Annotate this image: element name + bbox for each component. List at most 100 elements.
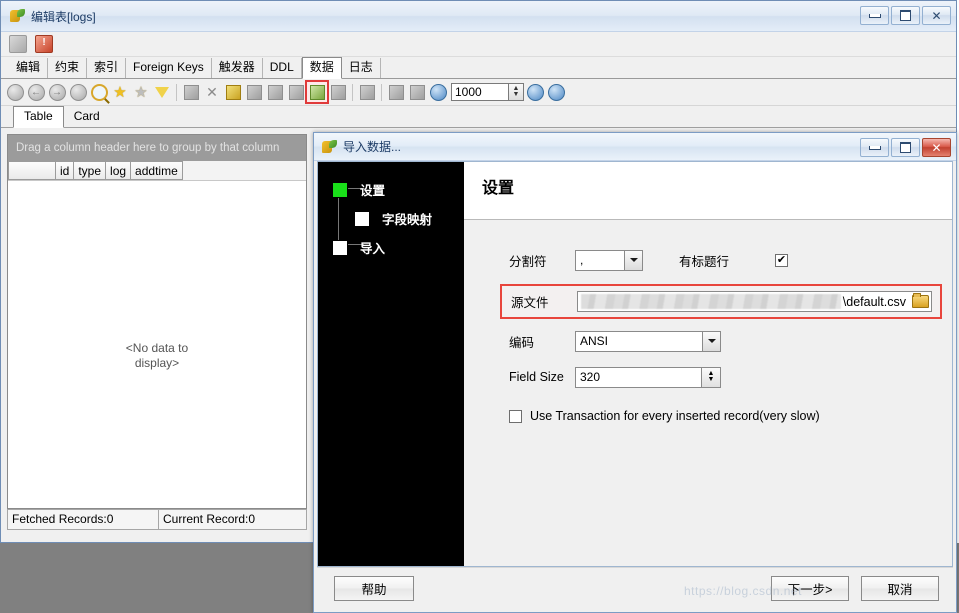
- settings-form: 分割符 , 有标题行 ✔ 源文件 \default.csv 编码 ANSI Fi…: [464, 220, 952, 566]
- favorite-icon: ★: [134, 83, 148, 101]
- tab-indexes[interactable]: 索引: [87, 58, 127, 78]
- close-button[interactable]: ✕: [922, 6, 951, 25]
- encoding-select[interactable]: ANSI: [575, 330, 721, 352]
- add-favorite-icon: ★: [113, 83, 127, 101]
- previous-record-button[interactable]: ←: [26, 82, 46, 102]
- tab-triggers[interactable]: 触发器: [212, 58, 263, 78]
- print-button[interactable]: [386, 82, 406, 102]
- last-record-icon: [69, 83, 87, 101]
- row-limit-input[interactable]: [451, 83, 509, 101]
- subtab-card[interactable]: Card: [64, 107, 110, 127]
- panel-header: 设置: [464, 162, 952, 220]
- tab-foreign-keys[interactable]: Foreign Keys: [126, 58, 212, 78]
- dialog-minimize-button[interactable]: [860, 138, 889, 157]
- use-transaction-checkbox[interactable]: [509, 409, 522, 423]
- print-setup-button[interactable]: [407, 82, 427, 102]
- maximize-button[interactable]: [891, 6, 920, 25]
- wizard-step-settings[interactable]: 设置: [332, 180, 464, 199]
- duplicate-record-button[interactable]: [244, 82, 264, 102]
- grid-column-type[interactable]: type: [74, 161, 107, 180]
- copy-button[interactable]: [181, 82, 201, 102]
- header-row-checkbox[interactable]: ✔: [775, 253, 789, 267]
- field-size-label: Field Size: [509, 370, 564, 384]
- encoding-value: ANSI: [580, 334, 609, 348]
- dialog-maximize-button[interactable]: [891, 138, 920, 157]
- last-record-button[interactable]: [68, 82, 88, 102]
- toolbar-separator-3: [381, 83, 382, 101]
- redacted-path: [581, 294, 841, 309]
- next-record-button[interactable]: →: [47, 82, 67, 102]
- tab-constraints[interactable]: 约束: [48, 58, 88, 78]
- import-wizard-button[interactable]: [305, 80, 329, 104]
- toolbar-separator: [176, 83, 177, 101]
- chevron-down-icon[interactable]: [702, 331, 720, 351]
- add-favorite-button[interactable]: ★: [110, 82, 130, 102]
- grid-column-indicator[interactable]: [8, 161, 56, 180]
- refresh-record-button[interactable]: [265, 82, 285, 102]
- source-file-value: \default.csv: [842, 294, 906, 309]
- refresh-button[interactable]: [428, 82, 448, 102]
- delete-icon: ✕: [206, 84, 218, 100]
- main-window-title: 编辑表[logs]: [31, 9, 96, 24]
- next-button[interactable]: 下一步>: [771, 576, 849, 601]
- field-size-stepper[interactable]: 320 ▲ ▼: [575, 366, 721, 388]
- source-file-highlight-box: 源文件 \default.csv: [500, 284, 942, 319]
- dialog-close-button[interactable]: ✕: [922, 138, 951, 157]
- find-icon: [90, 83, 108, 101]
- stop-button[interactable]: [328, 82, 348, 102]
- favorite-button[interactable]: ★: [131, 82, 151, 102]
- dialog-title: 导入数据...: [343, 140, 402, 154]
- field-size-value: 320: [580, 370, 601, 384]
- header-row-label: 有标题行: [679, 254, 730, 269]
- minimize-button[interactable]: [860, 6, 889, 25]
- delimiter-select[interactable]: ,: [575, 249, 643, 271]
- wizard-step-import[interactable]: 导入: [332, 238, 464, 257]
- row-limit-stepper[interactable]: ▲ ▼: [509, 83, 524, 101]
- grid-column-addtime[interactable]: addtime: [131, 161, 183, 180]
- add-record-icon: [225, 84, 241, 100]
- panel-title: 设置: [482, 180, 515, 197]
- stepper-arrows-icon[interactable]: ▲ ▼: [701, 367, 720, 387]
- tab-edit[interactable]: 编辑: [9, 58, 49, 78]
- apply-button[interactable]: [525, 82, 545, 102]
- delete-button[interactable]: ✕: [202, 82, 222, 102]
- sync-button[interactable]: [546, 82, 566, 102]
- filter-button[interactable]: [152, 82, 172, 102]
- import-data-dialog: 导入数据... ✕ 设置 字段映射 导入 设置 分割符 , 有标题行 ✔ 源文件…: [313, 132, 957, 613]
- tab-ddl[interactable]: DDL: [263, 58, 302, 78]
- grid-column-log[interactable]: log: [106, 161, 132, 180]
- save-record-button[interactable]: [286, 82, 306, 102]
- tab-log[interactable]: 日志: [342, 58, 381, 78]
- dialog-content-panel: 设置 分割符 , 有标题行 ✔ 源文件 \default.csv 编码 ANSI…: [464, 162, 952, 566]
- save-icon[interactable]: [9, 35, 27, 53]
- close-icon: ✕: [931, 140, 942, 155]
- dialog-window-buttons: ✕: [860, 138, 951, 157]
- import-wizard-icon: [309, 84, 325, 100]
- refresh-record-icon: [267, 84, 283, 100]
- dialog-footer: 帮助 下一步> 取消: [317, 567, 953, 609]
- find-button[interactable]: [89, 82, 109, 102]
- first-record-button[interactable]: [5, 82, 25, 102]
- save-record-icon: [288, 84, 304, 100]
- tab-data[interactable]: 数据: [301, 57, 342, 79]
- main-titlebar: 编辑表[logs] ✕: [1, 1, 956, 32]
- use-transaction-label: Use Transaction for every inserted recor…: [530, 409, 820, 423]
- stop-icon[interactable]: !: [35, 35, 53, 53]
- cancel-button[interactable]: 取消: [861, 576, 939, 601]
- add-record-button[interactable]: [223, 82, 243, 102]
- chevron-down-icon[interactable]: [624, 250, 642, 270]
- browse-file-button[interactable]: [910, 292, 930, 311]
- wizard-step-indicator: [354, 210, 370, 227]
- help-button[interactable]: 帮助: [334, 576, 414, 601]
- wizard-step-field-mapping[interactable]: 字段映射: [354, 209, 464, 228]
- data-grid: Drag a column header here to group by th…: [7, 134, 307, 509]
- export-wizard-button[interactable]: [357, 82, 377, 102]
- group-by-hint[interactable]: Drag a column header here to group by th…: [8, 135, 306, 161]
- grid-column-id[interactable]: id: [56, 161, 75, 180]
- source-file-input[interactable]: \default.csv: [577, 291, 932, 312]
- sync-icon: [547, 83, 565, 101]
- check-icon: ✔: [776, 253, 787, 266]
- filter-icon: [155, 86, 169, 98]
- row-limit-spinner[interactable]: ▲▼: [451, 83, 524, 101]
- subtab-table[interactable]: Table: [13, 106, 64, 128]
